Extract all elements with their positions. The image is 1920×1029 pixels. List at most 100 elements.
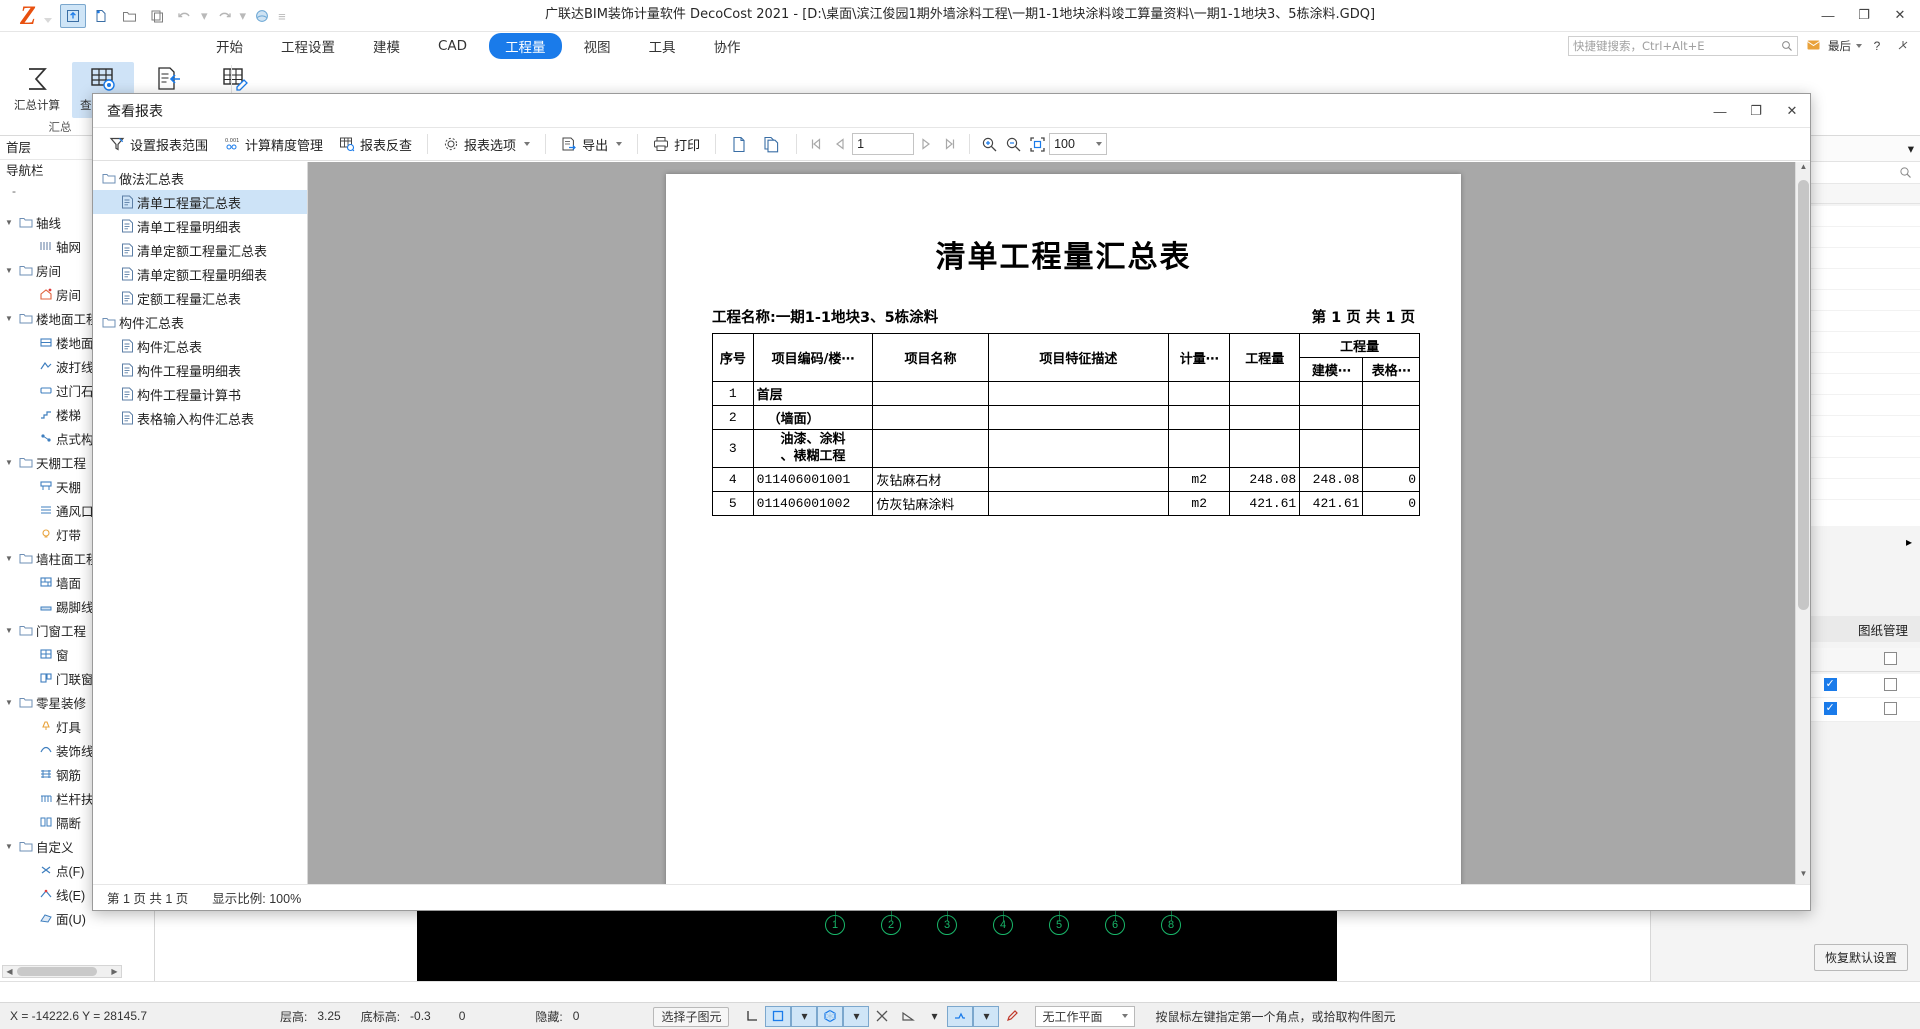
report-tree-item-0[interactable]: 做法汇总表 xyxy=(93,166,307,190)
shortcut-search-box[interactable]: 快捷键搜索，Ctrl+Alt+E xyxy=(1568,35,1798,56)
chevron-down-icon[interactable]: ▼ xyxy=(2,698,16,707)
customize-qat-icon[interactable]: ≡ xyxy=(277,9,287,24)
zoom-level-select[interactable]: 100 xyxy=(1049,133,1108,155)
report-tree-item-6[interactable]: 构件汇总表 xyxy=(93,310,307,334)
report-tree-item-9[interactable]: 构件工程量计算书 xyxy=(93,382,307,406)
report-preview-area[interactable]: 清单工程量汇总表 工程名称:一期1-1地块3、5栋涂料 第 1 页 共 1 页 … xyxy=(308,162,1810,884)
single-page-button[interactable] xyxy=(723,132,755,157)
tab-tools[interactable]: 工具 xyxy=(633,33,692,59)
copy-icon[interactable] xyxy=(144,4,170,28)
grid-label[interactable]: 3 xyxy=(937,915,957,935)
pin-ribbon-icon[interactable] xyxy=(1892,35,1914,57)
report-tree-item-10[interactable]: 表格输入构件汇总表 xyxy=(93,406,307,430)
report-tree-item-3[interactable]: 清单定额工程量汇总表 xyxy=(93,238,307,262)
set-report-range-button[interactable]: 设置报表范围 xyxy=(101,131,216,158)
tab-cad[interactable]: CAD xyxy=(422,35,483,57)
scroll-thumb[interactable] xyxy=(17,967,97,976)
cloud-icon[interactable] xyxy=(249,4,275,28)
notification-icon[interactable] xyxy=(1802,35,1824,57)
zoom-in-button[interactable] xyxy=(977,132,1001,156)
report-tree-item-8[interactable]: 构件工程量明细表 xyxy=(93,358,307,382)
table-row[interactable]: 2 （墙面） xyxy=(712,405,1420,430)
row-checkbox-state[interactable] xyxy=(1823,701,1837,715)
last-page-button[interactable] xyxy=(938,132,962,156)
dialog-close-button[interactable]: ✕ xyxy=(1774,94,1810,128)
recent-menu[interactable]: 最后 xyxy=(1828,38,1862,54)
grid-label[interactable]: 5 xyxy=(1049,915,1069,935)
redo-dropdown-icon[interactable]: ▾ xyxy=(239,8,248,24)
left-panel-hscrollbar[interactable]: ◀ ▶ xyxy=(2,965,122,978)
minimize-button[interactable]: — xyxy=(1810,0,1846,30)
select-subelement-button[interactable]: 选择子图元 xyxy=(653,1006,730,1027)
undo-icon[interactable] xyxy=(172,4,198,28)
report-tree-item-5[interactable]: 定额工程量汇总表 xyxy=(93,286,307,310)
next-page-button[interactable] xyxy=(914,132,938,156)
search-icon[interactable] xyxy=(1899,166,1912,179)
chevron-down-icon[interactable]: ▾ xyxy=(921,1006,947,1027)
app-logo-icon[interactable]: Z xyxy=(8,2,48,30)
maximize-button[interactable]: ❐ xyxy=(1846,0,1882,30)
multi-page-button[interactable] xyxy=(755,132,789,157)
table-row[interactable]: 3 油漆、涂料 、裱糊工程 xyxy=(712,429,1420,468)
report-tree-item-4[interactable]: 清单定额工程量明细表 xyxy=(93,262,307,286)
new-file-icon[interactable] xyxy=(88,4,114,28)
dialog-minimize-button[interactable]: — xyxy=(1702,94,1738,128)
chevron-down-icon[interactable] xyxy=(524,142,531,146)
scroll-right-icon[interactable]: ▶ xyxy=(108,967,121,976)
table-row[interactable]: 5 011406001002 仿灰钻麻涂料 m2 421.61 421.61 0 xyxy=(712,491,1420,516)
fit-page-button[interactable] xyxy=(1025,132,1049,156)
chevron-down-icon[interactable]: ▾ xyxy=(973,1005,1000,1027)
solid-icon[interactable] xyxy=(817,1005,844,1027)
report-tree-item-1[interactable]: 清单工程量汇总表 xyxy=(93,190,307,214)
dialog-maximize-button[interactable]: ❐ xyxy=(1738,94,1774,128)
grid-snap-icon[interactable] xyxy=(947,1005,974,1027)
tab-view[interactable]: 视图 xyxy=(568,33,627,59)
help-icon[interactable]: ? xyxy=(1866,35,1888,57)
table-row[interactable]: 1 首层 xyxy=(712,381,1420,406)
scroll-down-icon[interactable]: ▼ xyxy=(1796,869,1810,884)
tab-modeling[interactable]: 建模 xyxy=(357,33,416,59)
pen-icon[interactable] xyxy=(999,1006,1025,1027)
chevron-down-icon[interactable]: ▼ xyxy=(2,266,16,275)
page-number-input[interactable]: 1 xyxy=(852,133,915,155)
close-button[interactable]: ✕ xyxy=(1882,0,1918,30)
grid-label[interactable]: 1 xyxy=(825,915,845,935)
scroll-left-icon[interactable]: ◀ xyxy=(3,967,16,976)
panel-menu-icon[interactable]: ▾ xyxy=(1908,141,1914,156)
scroll-thumb[interactable] xyxy=(1798,180,1809,610)
row-checkbox-extra[interactable] xyxy=(1883,677,1897,691)
chevron-down-icon[interactable]: ▼ xyxy=(2,314,16,323)
prev-page-button[interactable] xyxy=(828,132,852,156)
chevron-down-icon[interactable]: ▼ xyxy=(2,554,16,563)
undo-dropdown-icon[interactable]: ▾ xyxy=(200,8,209,24)
zoom-out-button[interactable] xyxy=(1001,132,1025,156)
slope-icon[interactable] xyxy=(895,1006,921,1027)
first-page-button[interactable] xyxy=(804,132,828,156)
tab-start[interactable]: 开始 xyxy=(200,33,259,59)
cross-icon[interactable] xyxy=(869,1006,895,1027)
scroll-up-icon[interactable]: ▲ xyxy=(1796,162,1810,177)
expand-icon[interactable]: ▸ xyxy=(1906,535,1912,549)
chevron-down-icon[interactable]: ▼ xyxy=(2,458,16,467)
chevron-down-icon[interactable] xyxy=(616,142,623,146)
select-all-checkbox[interactable] xyxy=(1883,651,1897,665)
save-icon[interactable] xyxy=(60,4,86,28)
chevron-down-icon[interactable]: ▼ xyxy=(2,626,16,635)
angle-icon[interactable] xyxy=(739,1006,765,1027)
grid-label[interactable]: 4 xyxy=(993,915,1013,935)
tab-collaboration[interactable]: 协作 xyxy=(698,33,757,59)
grid-label[interactable]: 8 xyxy=(1161,915,1181,935)
export-button[interactable]: 导出 xyxy=(553,131,630,158)
shape-icon[interactable] xyxy=(765,1005,792,1027)
print-button[interactable]: 打印 xyxy=(645,131,708,158)
chevron-down-icon[interactable]: ▾ xyxy=(843,1005,870,1027)
chevron-down-icon[interactable]: ▼ xyxy=(2,218,16,227)
logo-caret-icon[interactable] xyxy=(44,18,52,23)
precision-management-button[interactable]: 0.001 计算精度管理 xyxy=(216,131,331,158)
row-checkbox-extra[interactable] xyxy=(1883,701,1897,715)
report-options-button[interactable]: 报表选项 xyxy=(435,131,538,158)
tab-project-settings[interactable]: 工程设置 xyxy=(265,33,351,59)
report-reverse-check-button[interactable]: 报表反查 xyxy=(331,131,420,158)
report-tree-item-7[interactable]: 构件汇总表 xyxy=(93,334,307,358)
row-checkbox-state[interactable] xyxy=(1823,677,1837,691)
